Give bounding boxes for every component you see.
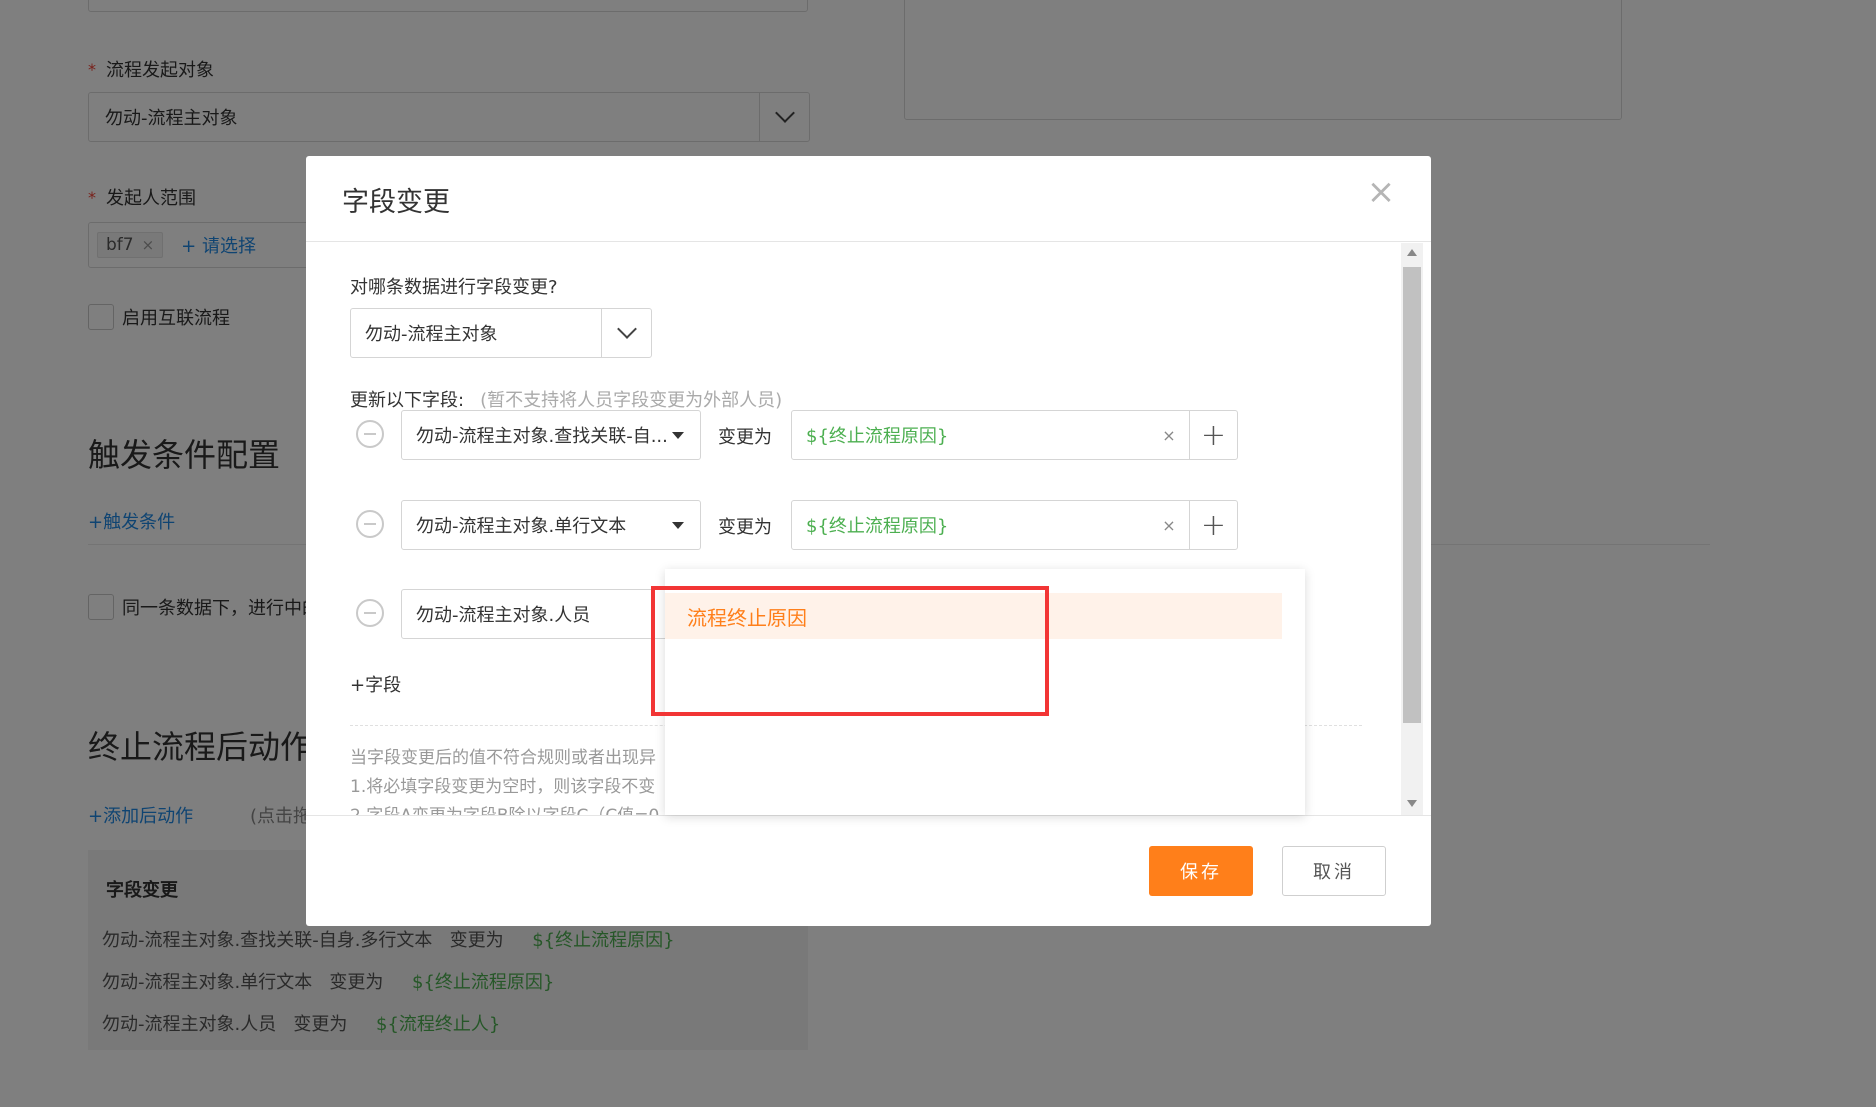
plus-icon[interactable]: + — [1189, 411, 1237, 459]
clear-icon[interactable]: × — [1149, 426, 1189, 445]
save-button[interactable]: 保存 — [1149, 846, 1253, 896]
plus-icon[interactable]: + — [1189, 501, 1237, 549]
highlight-annotation — [651, 586, 1049, 716]
value-input[interactable]: ${终止流程原因} × + — [791, 410, 1238, 460]
scroll-up-icon[interactable] — [1407, 249, 1417, 256]
value-input[interactable]: ${终止流程原因} × + — [791, 500, 1238, 550]
note-line: 2.字段A变更为字段B除以字段C（C值=0 — [350, 801, 659, 815]
field-select[interactable]: 勿动-流程主对象.单行文本 — [401, 500, 701, 550]
note-line: 当字段变更后的值不符合规则或者出现异 — [350, 748, 656, 768]
clear-icon[interactable]: × — [1149, 516, 1189, 535]
scroll-thumb[interactable] — [1403, 267, 1421, 723]
change-to-label: 变更为 — [718, 517, 772, 538]
remove-row-button[interactable] — [356, 599, 384, 627]
modal-footer: 保存 取消 — [306, 815, 1431, 926]
add-field-link[interactable]: +字段 — [350, 671, 401, 697]
remove-row-button[interactable] — [356, 420, 384, 448]
modal-scrollbar[interactable] — [1401, 243, 1423, 815]
chevron-down-icon[interactable] — [601, 309, 651, 357]
remove-row-button[interactable] — [356, 510, 384, 538]
scroll-down-icon[interactable] — [1407, 800, 1417, 807]
cancel-button[interactable]: 取消 — [1282, 846, 1386, 896]
note-line: 1.将必填字段变更为空时，则该字段不变 — [350, 777, 656, 797]
field-select[interactable]: 勿动-流程主对象.查找关联-自... — [401, 410, 701, 460]
change-to-label: 变更为 — [718, 427, 772, 448]
caret-down-icon — [672, 432, 684, 439]
object-question: 对哪条数据进行字段变更? — [350, 277, 558, 298]
caret-down-icon — [672, 522, 684, 529]
modal-header: 字段变更 × — [306, 156, 1431, 242]
close-icon[interactable]: × — [1365, 172, 1397, 212]
modal-title: 字段变更 — [342, 187, 450, 218]
object-select[interactable]: 勿动-流程主对象 — [350, 308, 652, 358]
update-fields-label: 更新以下字段: (暂不支持将人员字段变更为外部人员) — [350, 390, 783, 411]
